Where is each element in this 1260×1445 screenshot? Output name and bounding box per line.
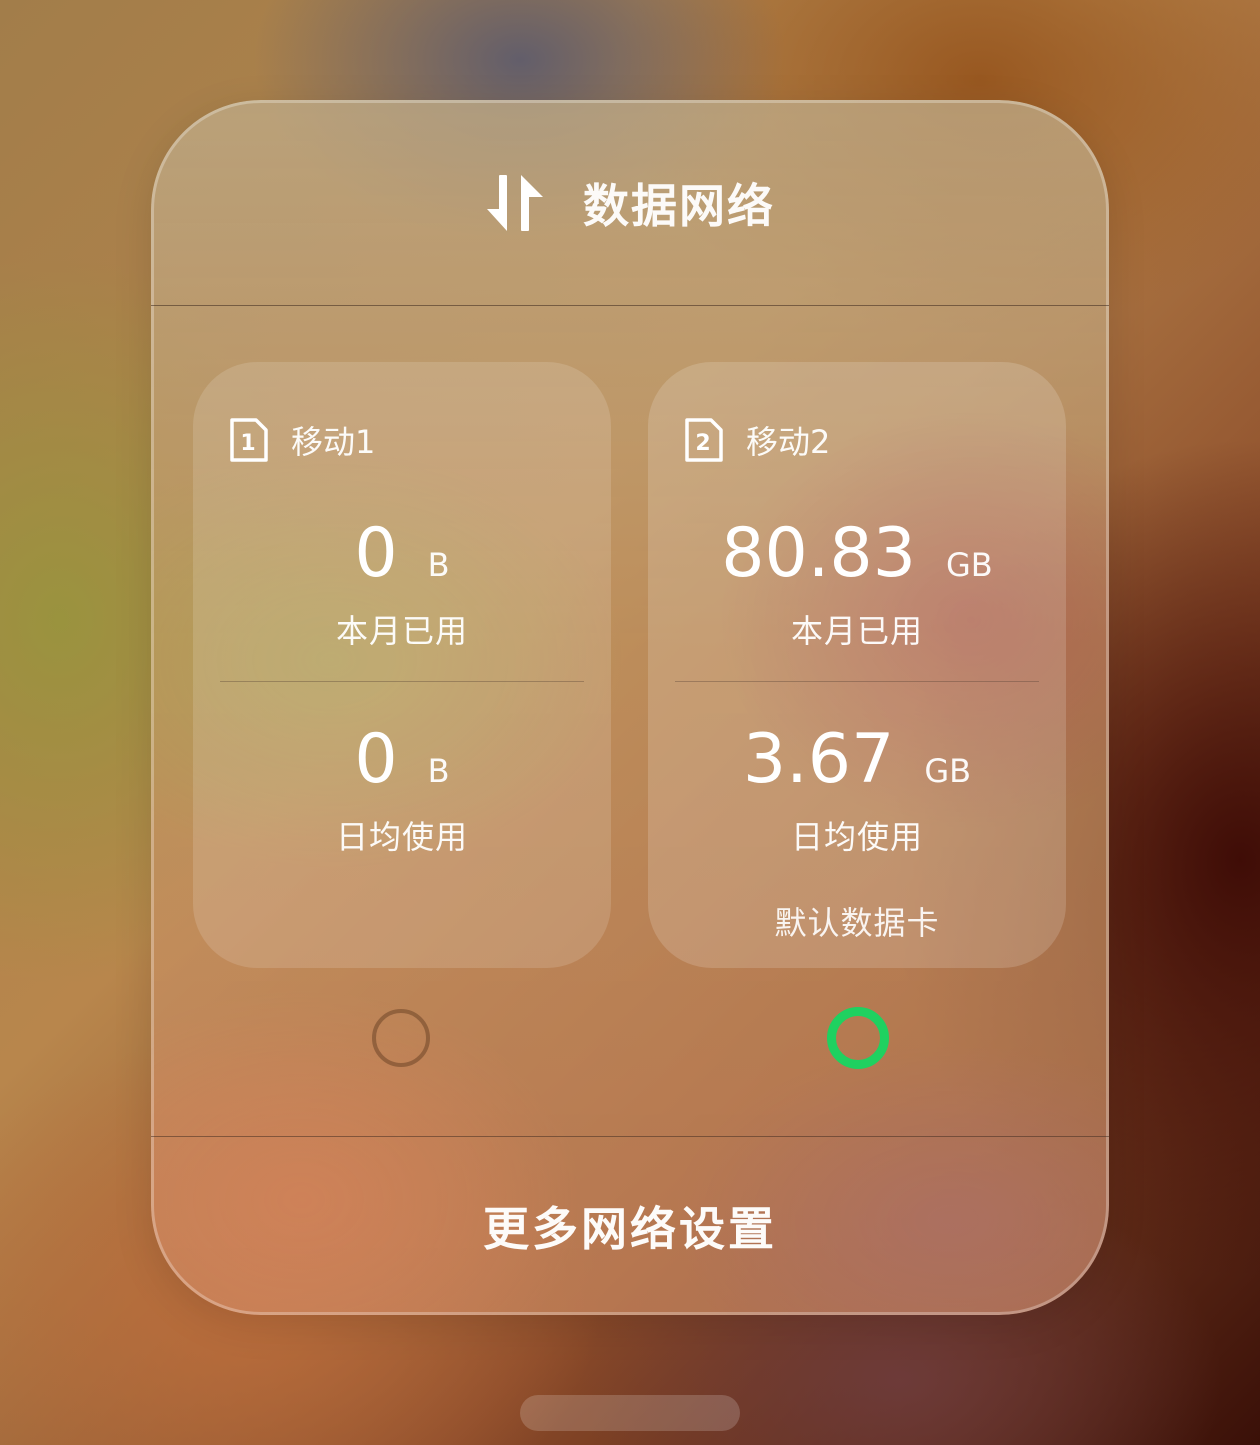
watermark xyxy=(520,1395,740,1431)
card-divider xyxy=(675,681,1039,682)
sim-name: 移动1 xyxy=(291,423,376,461)
sim-header: 2 移动2 xyxy=(684,417,830,463)
data-network-panel: 数据网络 1 移动1 0 B 本月已用 0 B 日均使用 2 移动2 80.83… xyxy=(151,100,1109,1315)
daily-usage: 0 B 日均使用 xyxy=(193,726,611,858)
sim-card-2[interactable]: 2 移动2 80.83 GB 本月已用 3.67 GB 日均使用 默认数据卡 xyxy=(648,362,1066,968)
sim-1-radio[interactable] xyxy=(372,1009,430,1067)
monthly-usage-unit: B xyxy=(427,546,450,584)
daily-usage-value: 3.67 xyxy=(742,720,895,799)
svg-text:1: 1 xyxy=(240,431,255,456)
sim-header: 1 移动1 xyxy=(229,417,375,463)
daily-usage-unit: B xyxy=(427,752,450,790)
data-transfer-arrows-icon xyxy=(487,175,543,231)
panel-header: 数据网络 xyxy=(151,100,1109,306)
sim-card-2-icon: 2 xyxy=(685,418,723,462)
monthly-usage-label: 本月已用 xyxy=(790,612,923,650)
monthly-usage-label: 本月已用 xyxy=(335,612,468,650)
monthly-usage-value: 80.83 xyxy=(721,514,916,593)
panel-title: 数据网络 xyxy=(583,179,775,233)
daily-usage-value: 0 xyxy=(354,720,398,799)
daily-usage: 3.67 GB 日均使用 xyxy=(648,726,1066,858)
header-divider xyxy=(151,305,1109,306)
daily-usage-unit: GB xyxy=(924,752,972,790)
sim-card-1[interactable]: 1 移动1 0 B 本月已用 0 B 日均使用 xyxy=(193,362,611,968)
monthly-usage-unit: GB xyxy=(945,546,993,584)
sim-2-radio-selected[interactable] xyxy=(827,1007,889,1069)
monthly-usage-value: 0 xyxy=(354,514,398,593)
monthly-usage: 0 B 本月已用 xyxy=(193,520,611,652)
svg-text:2: 2 xyxy=(695,431,710,456)
more-network-settings-button[interactable]: 更多网络设置 xyxy=(151,1137,1109,1315)
sim-card-1-icon: 1 xyxy=(230,418,268,462)
daily-usage-label: 日均使用 xyxy=(335,818,468,856)
sim-name: 移动2 xyxy=(746,423,831,461)
default-data-card-label: 默认数据卡 xyxy=(774,904,940,942)
daily-usage-label: 日均使用 xyxy=(790,818,923,856)
card-divider xyxy=(220,681,584,682)
monthly-usage: 80.83 GB 本月已用 xyxy=(648,520,1066,652)
